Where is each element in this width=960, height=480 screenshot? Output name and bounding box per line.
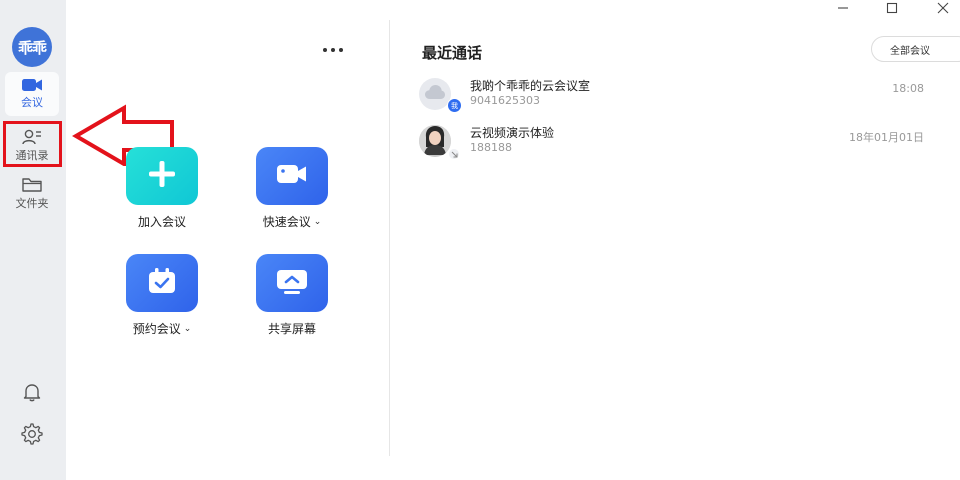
call-direction-icon bbox=[449, 149, 459, 159]
window-close-button[interactable] bbox=[930, 0, 956, 16]
join-meeting-tile[interactable] bbox=[126, 147, 198, 205]
quick-meeting-button[interactable]: 快速会议 ⌄ bbox=[232, 147, 352, 230]
annotation-highlight-box bbox=[3, 121, 62, 167]
all-meetings-label: 全部会议 bbox=[890, 45, 930, 57]
recent-call-item[interactable]: 我 我啲个乖乖的云会议室 9041625303 18:08 bbox=[416, 76, 936, 113]
call-time: 18:08 bbox=[892, 82, 924, 95]
call-time: 18年01月01日 bbox=[849, 131, 924, 144]
sidebar-item-meetings[interactable]: 会议 bbox=[5, 72, 59, 116]
sidebar-item-files[interactable]: 文件夹 bbox=[5, 172, 59, 216]
window-maximize-button[interactable] bbox=[879, 0, 905, 16]
schedule-meeting-button[interactable]: 预约会议 ⌄ bbox=[102, 254, 222, 337]
plus-icon bbox=[147, 159, 177, 193]
sidebar-item-label: 文件夹 bbox=[15, 197, 49, 210]
person-photo-icon bbox=[419, 125, 451, 157]
person-avatar bbox=[419, 125, 451, 157]
settings-gear-icon[interactable] bbox=[19, 421, 45, 447]
schedule-meeting-tile[interactable] bbox=[126, 254, 198, 312]
me-badge: 我 bbox=[447, 98, 462, 113]
share-screen-icon bbox=[275, 267, 309, 299]
notification-bell-icon[interactable] bbox=[19, 379, 45, 405]
video-camera-icon bbox=[22, 78, 42, 94]
share-screen-label: 共享屏幕 bbox=[267, 322, 316, 336]
join-meeting-label: 加入会议 bbox=[137, 215, 186, 229]
more-options-button[interactable] bbox=[319, 40, 347, 60]
quick-meeting-label: 快速会议 bbox=[262, 215, 311, 229]
video-camera-icon bbox=[275, 162, 309, 190]
chevron-down-icon[interactable]: ⌄ bbox=[184, 324, 192, 334]
call-number: 188188 bbox=[470, 141, 512, 154]
call-name: 云视频演示体验 bbox=[470, 126, 555, 140]
calendar-check-icon bbox=[146, 267, 178, 299]
join-meeting-button[interactable]: 加入会议 bbox=[102, 147, 222, 230]
call-number: 9041625303 bbox=[470, 94, 540, 107]
chevron-down-icon[interactable]: ⌄ bbox=[314, 217, 322, 227]
schedule-meeting-label: 预约会议 bbox=[132, 322, 181, 336]
quick-meeting-tile[interactable] bbox=[256, 147, 328, 205]
panel-divider bbox=[389, 20, 390, 456]
sidebar-item-label: 会议 bbox=[21, 96, 43, 109]
share-screen-button[interactable]: 共享屏幕 bbox=[232, 254, 352, 337]
call-name: 我啲个乖乖的云会议室 bbox=[470, 79, 591, 93]
folder-icon bbox=[22, 177, 42, 195]
app-logo[interactable]: 乖乖 bbox=[12, 27, 52, 67]
cloud-icon bbox=[424, 84, 446, 104]
window-minimize-button[interactable] bbox=[830, 0, 856, 16]
share-screen-tile[interactable] bbox=[256, 254, 328, 312]
all-meetings-button[interactable]: 全部会议 bbox=[871, 36, 960, 62]
sidebar: 乖乖 会议 通讯录 文件夹 bbox=[0, 0, 66, 480]
logo-text: 乖乖 bbox=[17, 38, 47, 57]
recent-call-item[interactable]: 云视频演示体验 188188 18年01月01日 bbox=[416, 123, 936, 159]
recent-calls-title: 最近通话 bbox=[422, 44, 483, 62]
